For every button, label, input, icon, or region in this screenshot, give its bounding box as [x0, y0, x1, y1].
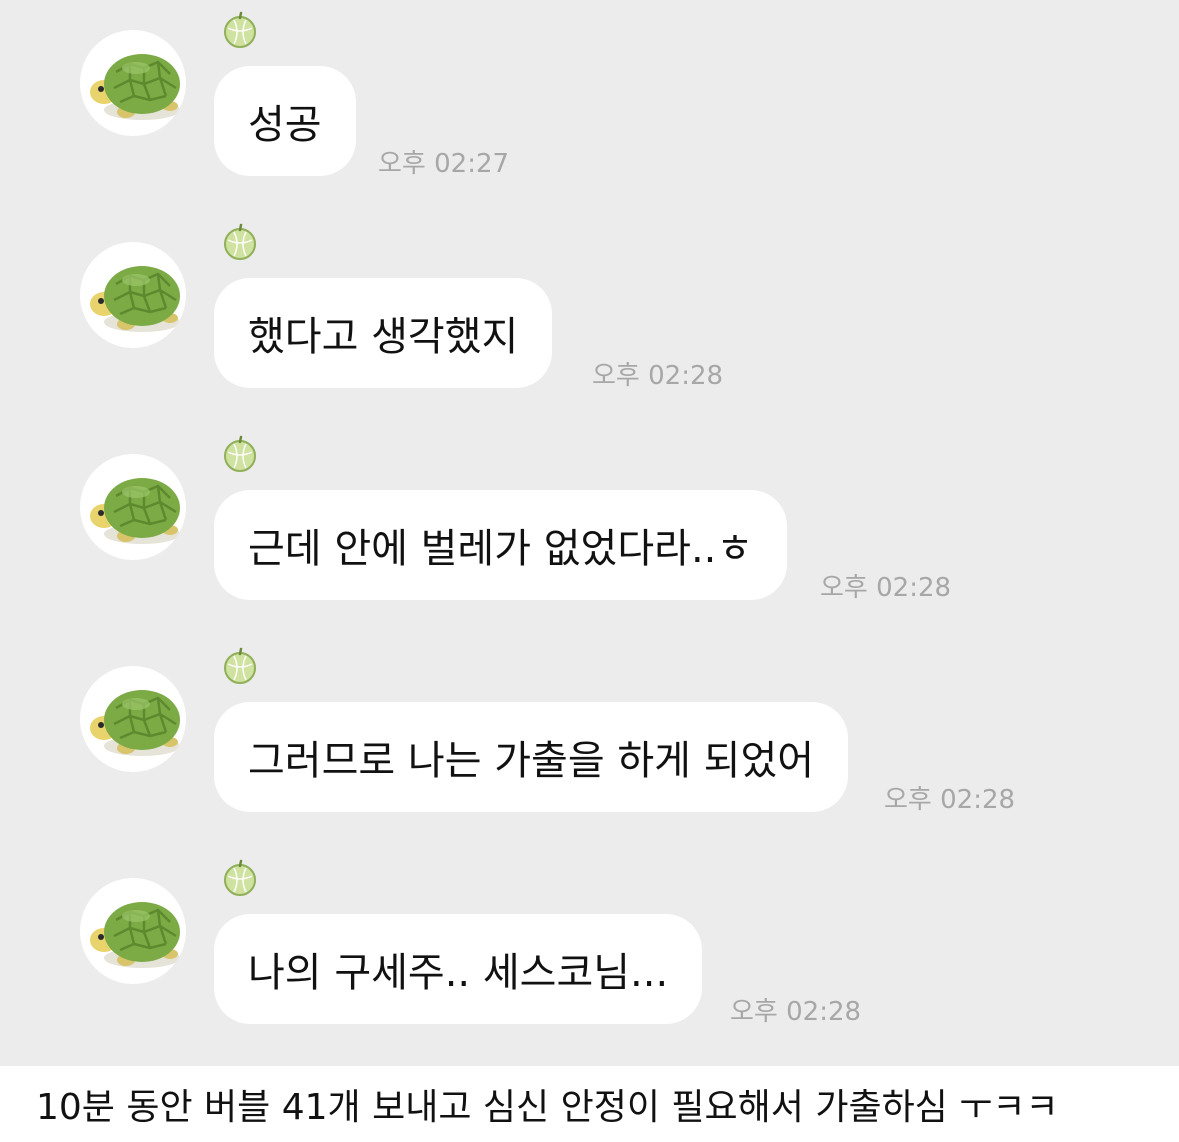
message-bubble[interactable]: 나의 구세주.. 세스코님... [214, 914, 703, 1024]
message-text: 성공 [248, 102, 322, 148]
message-bubble[interactable]: 했다고 생각했지 [214, 278, 553, 388]
melon-badge-icon [220, 222, 260, 262]
message-time: 오후 02:28 [884, 785, 1016, 815]
melon-badge-icon [220, 646, 260, 686]
message-time: 오후 02:28 [820, 573, 952, 603]
melon-badge-icon [220, 858, 260, 898]
message-time: 오후 02:27 [378, 149, 510, 179]
message-time: 오후 02:28 [730, 997, 862, 1027]
turtle-avatar-icon[interactable] [80, 666, 186, 772]
message-text: 나의 구세주.. 세스코님... [248, 950, 669, 996]
message-time: 오후 02:28 [592, 361, 724, 391]
message-bubble[interactable]: 성공 [214, 66, 356, 176]
message-row: 근데 안에 벌레가 없었다라..ㅎ 오후 02:28 [0, 424, 1179, 624]
message-text: 그러므로 나는 가출을 하게 되었어 [248, 738, 815, 784]
message-row: 했다고 생각했지 오후 02:28 [0, 212, 1179, 412]
message-text: 근데 안에 벌레가 없었다라..ㅎ [248, 526, 754, 572]
chat-area[interactable]: 성공 오후 02:27 했다고 생각했지 오후 02:28 근데 안에 벌레가 … [0, 0, 1179, 1066]
message-row: 성공 오후 02:27 [0, 0, 1179, 200]
message-text: 했다고 생각했지 [248, 314, 519, 360]
turtle-avatar-icon[interactable] [80, 30, 186, 136]
turtle-avatar-icon[interactable] [80, 242, 186, 348]
melon-badge-icon [220, 434, 260, 474]
message-row: 그러므로 나는 가출을 하게 되었어 오후 02:28 [0, 636, 1179, 836]
message-bubble[interactable]: 근데 안에 벌레가 없었다라..ㅎ [214, 490, 788, 600]
turtle-avatar-icon[interactable] [80, 878, 186, 984]
message-row: 나의 구세주.. 세스코님... 오후 02:28 [0, 848, 1179, 1048]
caption-text: 10분 동안 버블 41개 보내고 심신 안정이 필요해서 가출하심 ㅜㅋㅋ [0, 1066, 1179, 1142]
melon-badge-icon [220, 10, 260, 50]
turtle-avatar-icon[interactable] [80, 454, 186, 560]
message-bubble[interactable]: 그러므로 나는 가출을 하게 되었어 [214, 702, 849, 812]
